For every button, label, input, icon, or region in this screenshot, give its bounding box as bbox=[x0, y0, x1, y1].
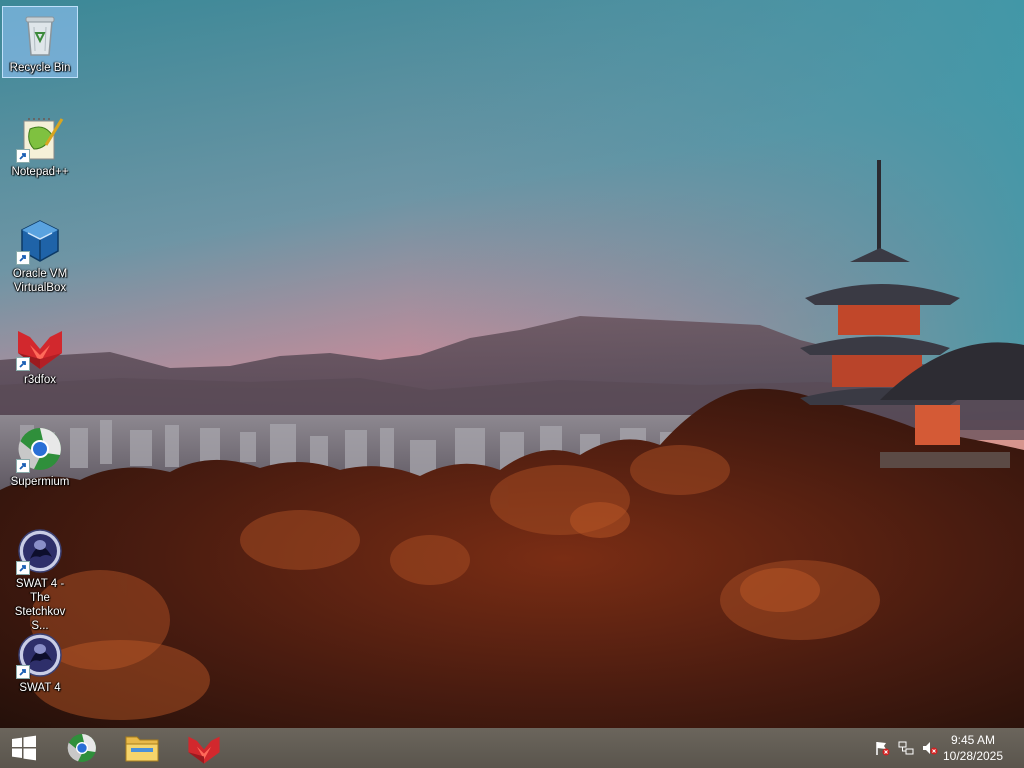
taskbar-pinned-supermium[interactable] bbox=[54, 728, 110, 768]
desktop-icon-label: Recycle Bin bbox=[9, 62, 71, 74]
desktop-icon-label: r3dfox bbox=[24, 374, 56, 386]
desktop-wallpaper bbox=[0, 0, 1024, 728]
folder-icon bbox=[125, 736, 159, 762]
clock-time: 9:45 AM bbox=[950, 733, 996, 747]
taskbar-pinned-file-explorer[interactable] bbox=[114, 728, 170, 768]
volume-muted-icon[interactable] bbox=[922, 740, 938, 756]
taskbar-pinned-r3dfox[interactable] bbox=[176, 728, 232, 768]
desktop-icon-swat4-stetchkov[interactable]: SWAT 4 - The Stetchkov S... bbox=[2, 522, 78, 636]
desktop-icon-supermium[interactable]: Supermium bbox=[2, 420, 78, 492]
shortcut-arrow-icon bbox=[16, 561, 30, 575]
clock-date: 10/28/2025 bbox=[942, 749, 1004, 763]
desktop-icon-virtualbox[interactable]: Oracle VM VirtualBox bbox=[2, 212, 78, 298]
desktop-icon-notepad-plus-plus[interactable]: Notepad++ bbox=[2, 110, 78, 182]
shortcut-arrow-icon bbox=[16, 149, 30, 163]
action-center-flag-icon[interactable] bbox=[874, 740, 890, 756]
taskbar: 9:45 AM 10/28/2025 bbox=[0, 728, 1024, 768]
virtualbox-icon bbox=[16, 217, 64, 265]
desktop-icon-label: SWAT 4 bbox=[19, 682, 61, 694]
notepad-plus-plus-icon bbox=[16, 115, 64, 163]
start-button[interactable] bbox=[0, 728, 48, 768]
shortcut-arrow-icon bbox=[16, 251, 30, 265]
r3dfox-icon bbox=[188, 736, 220, 764]
windows-start-icon bbox=[12, 735, 36, 761]
desktop-icon-area: Recycle Bin Notepad++ Oracle VM VirtualB… bbox=[0, 0, 80, 728]
recycle-bin-icon bbox=[16, 11, 64, 59]
supermium-icon bbox=[16, 425, 64, 473]
desktop-icon-r3dfox[interactable]: r3dfox bbox=[2, 318, 78, 390]
shortcut-arrow-icon bbox=[16, 665, 30, 679]
shortcut-arrow-icon bbox=[16, 459, 30, 473]
desktop-icon-recycle-bin[interactable]: Recycle Bin bbox=[2, 6, 78, 78]
network-icon[interactable] bbox=[898, 740, 914, 756]
r3dfox-icon bbox=[16, 323, 64, 371]
taskbar-clock[interactable]: 9:45 AM 10/28/2025 bbox=[938, 732, 1008, 764]
swat4-icon bbox=[16, 527, 64, 575]
desktop-icon-label: Oracle VM VirtualBox bbox=[12, 268, 68, 294]
desktop-icon-swat4[interactable]: SWAT 4 bbox=[2, 626, 78, 698]
shortcut-arrow-icon bbox=[16, 357, 30, 371]
supermium-icon bbox=[67, 734, 96, 762]
swat4-icon bbox=[16, 631, 64, 679]
desktop-icon-label: Supermium bbox=[10, 476, 70, 488]
desktop-icon-label: Notepad++ bbox=[11, 166, 69, 178]
